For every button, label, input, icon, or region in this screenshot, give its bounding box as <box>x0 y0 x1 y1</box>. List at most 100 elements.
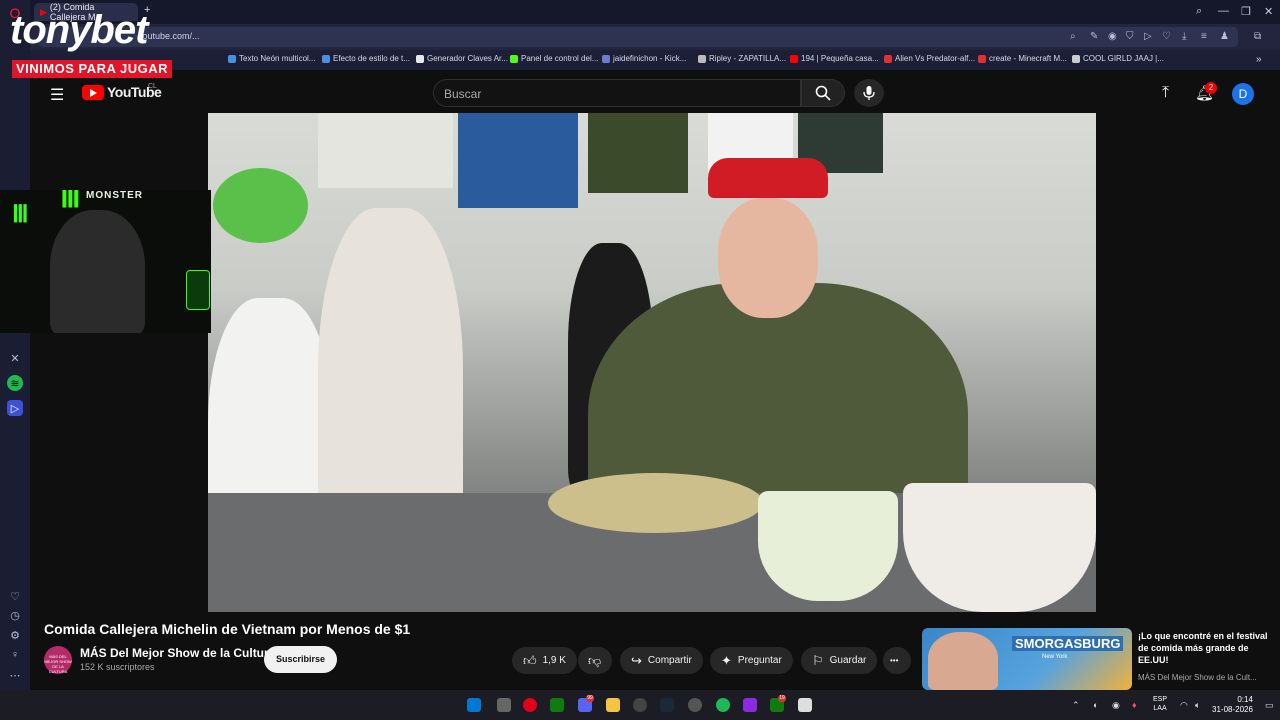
voice-search-button[interactable] <box>854 79 884 107</box>
video-player[interactable] <box>208 113 1096 612</box>
bookmark-item[interactable]: Alien Vs Predator-alf... <box>884 54 975 63</box>
bookmark-favicon-icon <box>1072 54 1080 63</box>
zoom-icon[interactable]: ⌕ <box>1070 31 1076 42</box>
video-title: Comida Callejera Michelin de Vietnam por… <box>44 621 411 637</box>
more-actions-button[interactable]: ••• <box>883 647 911 674</box>
app-icon[interactable] <box>688 698 702 712</box>
ask-button[interactable]: ✦ Preguntar <box>710 647 793 674</box>
task-view-icon[interactable] <box>497 698 511 712</box>
streamer-image <box>50 210 145 333</box>
settings-gear-icon[interactable]: ⚙ <box>7 627 23 643</box>
heart-icon[interactable]: ♡ <box>7 588 23 604</box>
dislike-button[interactable]: 👎︎ <box>578 647 612 674</box>
share-arrow-icon: ↪ <box>631 652 642 668</box>
bookmark-icon: ⚐ <box>812 652 824 668</box>
bookmark-item[interactable]: Efecto de estilo de t... <box>322 54 410 63</box>
bandana-image <box>708 158 828 198</box>
tray-chevron-icon[interactable]: ⌃ <box>1072 700 1080 711</box>
like-count: 1,9 K <box>542 655 566 666</box>
bowl-image <box>758 491 898 601</box>
maximize-button[interactable]: ❐ <box>1241 5 1251 18</box>
heart-icon[interactable]: ♡ <box>1162 31 1171 42</box>
spotify-taskbar-icon[interactable] <box>716 698 730 712</box>
opera-sidebar: O ✕ ≋ ▷ ♡ ◷ ⚙ ♀ ⋯ <box>0 0 30 720</box>
search-input[interactable]: Buscar <box>433 79 801 107</box>
tray-mic-icon[interactable]: ♦ <box>1132 700 1137 710</box>
spotify-icon[interactable]: ≋ <box>7 375 23 391</box>
close-window-button[interactable]: ✕ <box>1264 5 1273 18</box>
xbox-icon[interactable] <box>550 698 564 712</box>
recommended-video-channel[interactable]: MÁS Del Mejor Show de la Cult... <box>1138 673 1257 682</box>
bookmark-favicon-icon <box>322 54 330 63</box>
share-button[interactable]: ↪ Compartir <box>620 647 703 674</box>
save-button[interactable]: ⚐ Guardar <box>801 647 878 674</box>
x-twitter-icon[interactable]: ✕ <box>7 350 23 366</box>
url-field[interactable]: youtube.com/... <box>38 27 1238 47</box>
recommended-video-thumbnail[interactable]: SMORGASBURG New York <box>922 628 1132 690</box>
minimize-button[interactable]: — <box>1218 5 1229 17</box>
menu-lines-icon[interactable]: ≡ <box>1201 31 1207 42</box>
bookmark-item[interactable]: Panel de control del... <box>510 54 598 63</box>
notifications-icon[interactable]: ▭ <box>1265 700 1274 711</box>
wifi-icon[interactable]: ◠ <box>1180 700 1188 711</box>
opera-taskbar-icon[interactable] <box>523 698 537 712</box>
edit-icon[interactable]: ✎ <box>1090 31 1098 42</box>
wall-fan-image <box>213 168 308 243</box>
profile-icon[interactable]: ♟ <box>1220 31 1229 42</box>
bowl-image <box>903 483 1096 612</box>
bookmark-item[interactable]: Texto Neón multicol... <box>228 54 315 63</box>
bookmark-favicon-icon <box>510 54 518 63</box>
tray-app-icon[interactable]: ◐ <box>1093 700 1098 710</box>
history-icon[interactable]: ◷ <box>7 607 23 623</box>
tray-steam-icon[interactable]: ◉ <box>1112 700 1120 711</box>
more-icon[interactable]: ⋯ <box>7 667 23 683</box>
thumbnail-subtext: New York <box>1042 654 1068 660</box>
shield-icon[interactable]: ⛉ <box>1126 31 1134 42</box>
camera-icon[interactable]: ◉ <box>1108 31 1117 42</box>
search-icon <box>815 85 831 101</box>
bookmark-favicon-icon <box>698 54 706 63</box>
bookmark-item[interactable]: 194 | Pequeña casa... <box>790 54 879 63</box>
bookmark-favicon-icon <box>978 54 986 63</box>
bookmark-item[interactable]: create - Minecraft M... <box>978 54 1067 63</box>
tonybet-logo: tonybet <box>10 8 148 52</box>
air-conditioner-image <box>318 113 453 188</box>
recommended-video-title[interactable]: ¡Lo que encontré en el festival de comid… <box>1138 630 1268 666</box>
thumbs-up-icon: 👍︎ <box>523 652 537 668</box>
microphone-icon <box>863 86 875 100</box>
subscribe-button[interactable]: Suscribirse <box>264 646 338 673</box>
channel-avatar[interactable]: MÁS DEL MEJOR SHOW DE LA CULTURA <box>44 646 72 674</box>
download-icon[interactable]: ⤓ <box>1182 31 1186 42</box>
search-tabs-icon[interactable]: ⌕ <box>1196 5 1202 18</box>
obs-icon[interactable] <box>633 698 647 712</box>
thumbs-down-icon: 👎︎ <box>588 652 602 668</box>
bookmark-favicon-icon <box>790 54 798 63</box>
windows-start-icon[interactable] <box>467 698 481 712</box>
input-language[interactable]: ESP LAA <box>1153 695 1167 713</box>
ai-icon[interactable]: ⧉ <box>1254 31 1261 42</box>
hamburger-menu-icon[interactable]: ☰ <box>50 85 64 105</box>
create-upload-icon[interactable]: ⤒ <box>1162 84 1169 102</box>
steam-icon[interactable] <box>660 698 674 712</box>
bookmark-item[interactable]: Generador Claves Ar... <box>416 54 508 63</box>
file-explorer-icon[interactable] <box>606 698 620 712</box>
search-button[interactable] <box>801 79 845 107</box>
plate-of-food-image <box>548 473 763 533</box>
bookmark-item[interactable]: jaidefinichon - Kick... <box>602 54 686 63</box>
bookmarks-overflow-icon[interactable]: » <box>1256 54 1262 65</box>
channel-name[interactable]: MÁS Del Mejor Show de la Cultura <box>80 646 275 660</box>
bookmark-item[interactable]: COOL GIRLD JAAJ |... <box>1072 54 1164 63</box>
notepad-icon[interactable] <box>798 698 812 712</box>
address-bar: youtube.com/... ⌕ ✎ ◉ ⛉ ▷ ♡ ⤓ ≡ ♟ ⧉ <box>30 24 1280 50</box>
bookmark-item[interactable]: Ripley - ZAPATILLA... <box>698 54 786 63</box>
system-clock[interactable]: 0:14 31-08-2026 <box>1212 695 1253 715</box>
aria-icon[interactable]: ▷ <box>7 400 23 416</box>
bulb-icon[interactable]: ♀ <box>7 647 23 663</box>
face-image <box>718 198 818 318</box>
like-button[interactable]: 👍︎ 1,9 K <box>512 647 577 674</box>
volume-icon[interactable]: 🔈︎ <box>1195 700 1200 711</box>
subscriber-count: 152 K suscriptores <box>80 662 155 672</box>
app-icon[interactable] <box>743 698 757 712</box>
account-avatar[interactable]: D <box>1232 83 1254 105</box>
player-icon[interactable]: ▷ <box>1144 31 1152 42</box>
